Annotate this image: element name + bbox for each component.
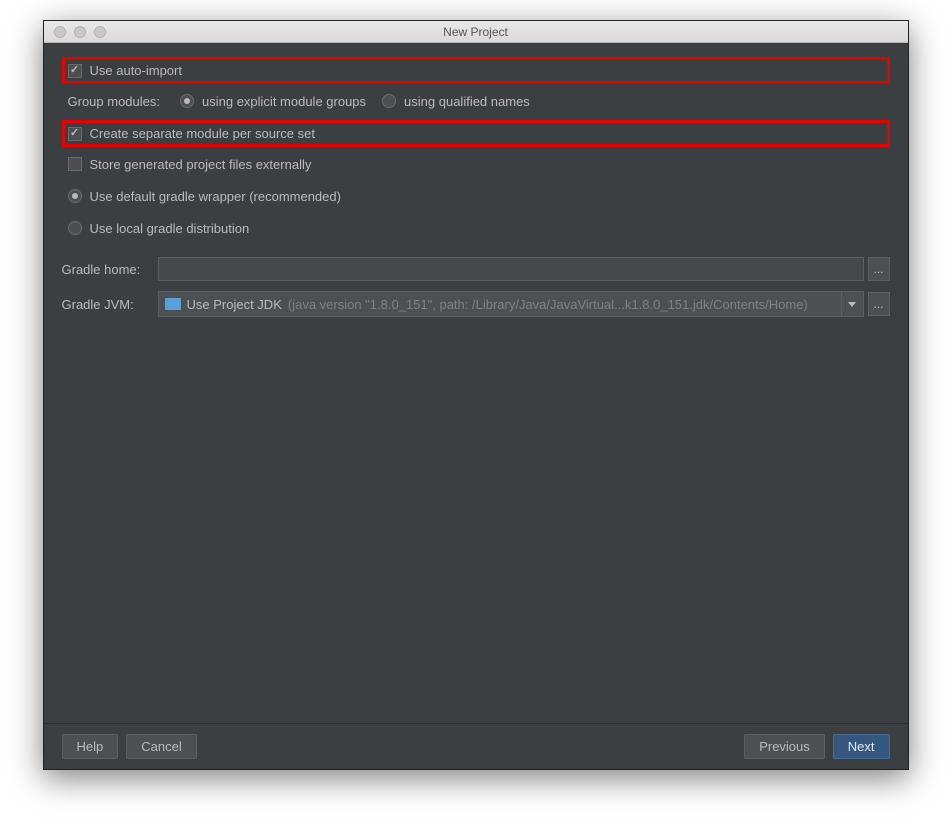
gradle-home-label: Gradle home: bbox=[62, 262, 158, 277]
radio-qualified-label: using qualified names bbox=[404, 94, 530, 109]
local-dist-row: Use local gradle distribution bbox=[62, 215, 890, 241]
jdk-icon bbox=[165, 298, 181, 310]
help-button[interactable]: Help bbox=[62, 734, 119, 759]
gradle-jvm-detail: (java version "1.8.0_151", path: /Librar… bbox=[288, 297, 835, 312]
radio-default-wrapper[interactable] bbox=[68, 189, 82, 203]
radio-qualified-names[interactable] bbox=[382, 94, 396, 108]
window-title: New Project bbox=[44, 25, 908, 39]
gradle-jvm-browse-button[interactable]: ... bbox=[868, 292, 890, 316]
radio-local-dist[interactable] bbox=[68, 221, 82, 235]
gradle-jvm-dropdown[interactable]: Use Project JDK (java version "1.8.0_151… bbox=[158, 291, 842, 317]
minimize-icon[interactable] bbox=[74, 26, 86, 38]
radio-explicit-groups[interactable] bbox=[180, 94, 194, 108]
separate-module-checkbox[interactable] bbox=[68, 127, 82, 141]
separate-module-label: Create separate module per source set bbox=[90, 126, 315, 141]
radio-local-dist-label: Use local gradle distribution bbox=[90, 221, 250, 236]
radio-default-wrapper-label: Use default gradle wrapper (recommended) bbox=[90, 189, 341, 204]
group-modules-row: Group modules: using explicit module gro… bbox=[62, 88, 890, 114]
auto-import-checkbox[interactable] bbox=[68, 64, 82, 78]
gradle-jvm-row: Gradle JVM: Use Project JDK (java versio… bbox=[62, 291, 890, 317]
close-icon[interactable] bbox=[54, 26, 66, 38]
auto-import-label: Use auto-import bbox=[90, 63, 182, 78]
highlight-separate-module: Create separate module per source set bbox=[62, 120, 890, 147]
traffic-lights bbox=[44, 26, 106, 38]
previous-button[interactable]: Previous bbox=[744, 734, 825, 759]
zoom-icon[interactable] bbox=[94, 26, 106, 38]
gradle-jvm-value: Use Project JDK bbox=[187, 297, 282, 312]
radio-explicit-label: using explicit module groups bbox=[202, 94, 366, 109]
highlight-auto-import: Use auto-import bbox=[62, 57, 890, 84]
new-project-window: New Project Use auto-import Group module… bbox=[43, 20, 909, 770]
titlebar: New Project bbox=[44, 21, 908, 43]
gradle-home-browse-button[interactable]: ... bbox=[868, 257, 890, 281]
store-externally-label: Store generated project files externally bbox=[90, 157, 312, 172]
gradle-jvm-label: Gradle JVM: bbox=[62, 297, 158, 312]
cancel-button[interactable]: Cancel bbox=[126, 734, 196, 759]
dialog-footer: Help Cancel Previous Next bbox=[44, 723, 908, 769]
gradle-home-input[interactable] bbox=[158, 257, 864, 281]
group-modules-label: Group modules: bbox=[68, 94, 161, 109]
dialog-content: Use auto-import Group modules: using exp… bbox=[44, 43, 908, 723]
gradle-home-row: Gradle home: ... bbox=[62, 257, 890, 281]
next-button[interactable]: Next bbox=[833, 734, 890, 759]
gradle-jvm-drop-arrow[interactable] bbox=[842, 291, 864, 317]
default-wrapper-row: Use default gradle wrapper (recommended) bbox=[62, 183, 890, 209]
store-externally-row: Store generated project files externally bbox=[62, 151, 890, 177]
store-externally-checkbox[interactable] bbox=[68, 157, 82, 171]
